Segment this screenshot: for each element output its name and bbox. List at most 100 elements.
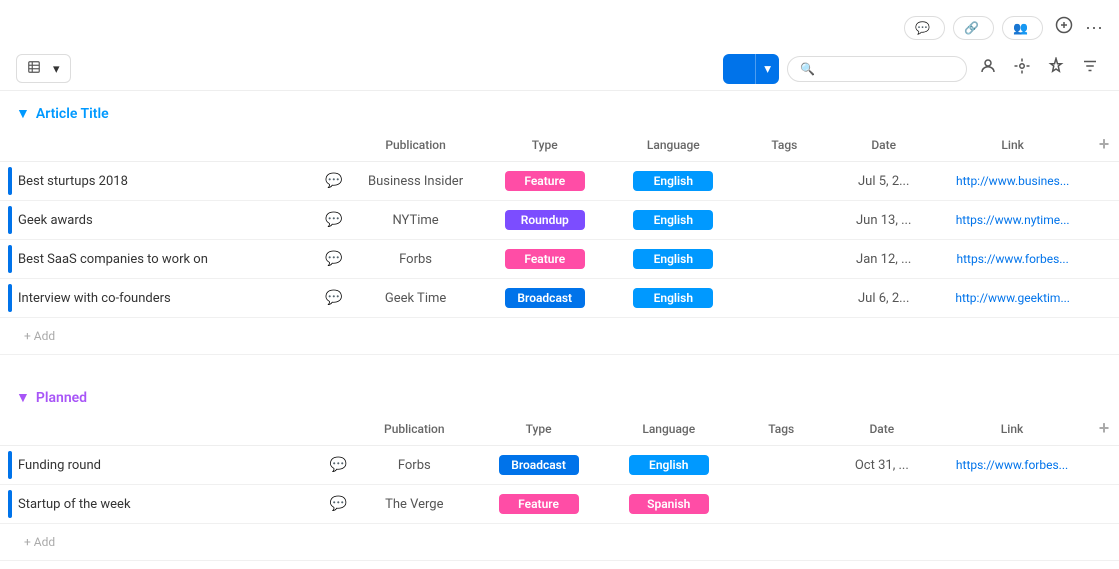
new-item-wrap: ▾ xyxy=(723,54,779,84)
type-badge[interactable]: Feature xyxy=(505,171,585,191)
add-row-cell[interactable]: + Add xyxy=(0,318,1119,355)
search-icon: 🔍 xyxy=(800,62,815,76)
share-pill[interactable]: 🔗 xyxy=(953,16,994,40)
row-type[interactable]: Broadcast xyxy=(480,279,609,318)
link-text[interactable]: https://www.nytime... xyxy=(956,213,1070,227)
row-comment-icon[interactable]: 💬 xyxy=(325,290,342,306)
row-title-text: Interview with co-founders xyxy=(18,291,319,306)
row-publication: Forbs xyxy=(351,240,481,279)
type-badge[interactable]: Broadcast xyxy=(505,288,585,308)
new-item-button[interactable] xyxy=(723,54,755,84)
group-name-planned: Planned xyxy=(36,390,87,406)
row-type[interactable]: Feature xyxy=(480,162,609,201)
new-item-dropdown-button[interactable]: ▾ xyxy=(755,54,779,84)
row-indicator xyxy=(8,167,12,195)
group-name-article-title: Article Title xyxy=(36,106,109,122)
row-type[interactable]: Feature xyxy=(480,240,609,279)
comment-icon: 💬 xyxy=(915,21,930,35)
row-link[interactable] xyxy=(935,485,1089,524)
row-add-cell xyxy=(1089,485,1119,524)
row-comment-icon[interactable]: 💬 xyxy=(325,251,342,267)
link-text[interactable]: http://www.busines... xyxy=(956,174,1069,188)
row-link[interactable]: https://www.nytime... xyxy=(936,201,1089,240)
col-header-title xyxy=(0,128,351,162)
language-badge[interactable]: English xyxy=(633,171,713,191)
language-badge[interactable]: English xyxy=(633,288,713,308)
apps-icon-button[interactable] xyxy=(1009,53,1035,84)
link-text[interactable]: http://www.geektim... xyxy=(955,291,1070,305)
comment-pill[interactable]: 💬 xyxy=(904,16,945,40)
row-add-cell xyxy=(1089,279,1119,318)
row-title-text: Geek awards xyxy=(18,213,319,228)
search-filter-box[interactable]: 🔍 xyxy=(787,56,967,82)
row-comment-icon[interactable]: 💬 xyxy=(330,457,347,473)
row-comment-icon[interactable]: 💬 xyxy=(325,212,342,228)
row-title-text: Startup of the week xyxy=(18,497,324,512)
invite-button[interactable] xyxy=(1051,12,1077,43)
language-badge[interactable]: English xyxy=(633,249,713,269)
row-language[interactable]: Spanish xyxy=(604,485,734,524)
add-row[interactable]: + Add xyxy=(0,524,1119,561)
top-bar-right: 💬 🔗 👥 ··· xyxy=(904,12,1103,43)
col-header-title xyxy=(0,412,355,446)
row-link[interactable]: http://www.busines... xyxy=(936,162,1089,201)
add-column-button[interactable]: + xyxy=(1099,134,1110,155)
table-row: Startup of the week 💬 The Verge Feature … xyxy=(0,485,1119,524)
row-tags xyxy=(738,201,832,240)
row-date: Oct 31, ... xyxy=(829,446,936,485)
row-title-cell: Startup of the week 💬 xyxy=(0,485,355,524)
row-type[interactable]: Roundup xyxy=(480,201,609,240)
table-row: Funding round 💬 Forbs Broadcast English … xyxy=(0,446,1119,485)
table-row: Geek awards 💬 NYTime Roundup English Jun… xyxy=(0,201,1119,240)
type-badge[interactable]: Feature xyxy=(505,249,585,269)
language-badge[interactable]: Spanish xyxy=(629,494,709,514)
row-add-cell xyxy=(1089,201,1119,240)
add-row[interactable]: + Add xyxy=(0,318,1119,355)
row-indicator xyxy=(8,206,12,234)
pin-icon-button[interactable] xyxy=(1043,53,1069,84)
col-header-publication: Publication xyxy=(351,128,481,162)
person-pill[interactable]: 👥 xyxy=(1002,16,1043,40)
row-language[interactable]: English xyxy=(609,201,738,240)
row-tags xyxy=(738,279,832,318)
add-column-button[interactable]: + xyxy=(1099,418,1110,439)
type-badge[interactable]: Feature xyxy=(499,494,579,514)
row-comment-icon[interactable]: 💬 xyxy=(325,173,342,189)
main-table-button[interactable]: ▾ xyxy=(16,54,71,83)
col-header-link: Link xyxy=(935,412,1089,446)
add-row-label[interactable]: + Add xyxy=(8,529,1111,555)
row-title-text: Best sturtups 2018 xyxy=(18,174,319,189)
link-text[interactable]: https://www.forbes... xyxy=(957,252,1069,266)
add-row-label[interactable]: + Add xyxy=(8,323,1111,349)
row-language[interactable]: English xyxy=(609,240,738,279)
type-badge[interactable]: Roundup xyxy=(505,210,585,230)
account-icon-button[interactable] xyxy=(975,53,1001,84)
row-add-cell xyxy=(1089,240,1119,279)
language-badge[interactable]: English xyxy=(633,210,713,230)
row-date: Jul 5, 2... xyxy=(831,162,936,201)
share-icon: 🔗 xyxy=(964,21,979,35)
row-language[interactable]: English xyxy=(604,446,734,485)
col-header-link: Link xyxy=(936,128,1089,162)
row-publication: Forbs xyxy=(355,446,473,485)
row-comment-icon[interactable]: 💬 xyxy=(330,496,347,512)
group-header-planned[interactable]: ▼ Planned xyxy=(0,375,1119,412)
row-tags xyxy=(738,162,832,201)
row-type[interactable]: Broadcast xyxy=(473,446,603,485)
add-row-cell[interactable]: + Add xyxy=(0,524,1119,561)
group-header-article-title[interactable]: ▼ Article Title xyxy=(0,91,1119,128)
row-type[interactable]: Feature xyxy=(473,485,603,524)
language-badge[interactable]: English xyxy=(629,455,709,475)
row-language[interactable]: English xyxy=(609,162,738,201)
link-text[interactable]: https://www.forbes... xyxy=(956,458,1068,472)
row-language[interactable]: English xyxy=(609,279,738,318)
row-link[interactable]: https://www.forbes... xyxy=(935,446,1089,485)
filter-icon-button[interactable] xyxy=(1077,53,1103,84)
type-badge[interactable]: Broadcast xyxy=(499,455,579,475)
row-link[interactable]: https://www.forbes... xyxy=(936,240,1089,279)
row-indicator xyxy=(8,245,12,273)
more-button[interactable]: ··· xyxy=(1085,17,1103,38)
col-add-header: + xyxy=(1089,412,1119,446)
row-indicator xyxy=(8,490,12,518)
row-link[interactable]: http://www.geektim... xyxy=(936,279,1089,318)
